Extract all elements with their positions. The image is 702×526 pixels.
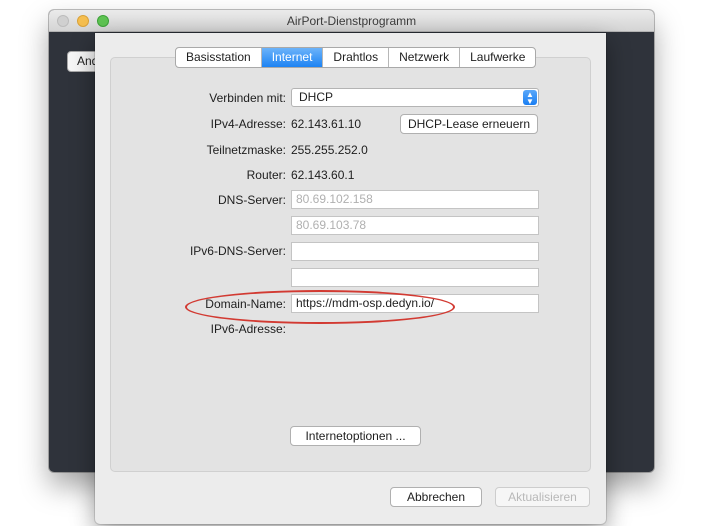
internet-options-button[interactable]: Internetoptionen ... bbox=[290, 426, 421, 446]
update-button[interactable]: Aktualisieren bbox=[495, 487, 590, 507]
ipv6-dns-server-2-field[interactable] bbox=[291, 268, 539, 287]
domain-name-field[interactable]: https://mdm-osp.dedyn.io/ bbox=[291, 294, 539, 313]
renew-dhcp-lease-button[interactable]: DHCP-Lease erneuern bbox=[400, 114, 538, 134]
ipv6-dns-server-label: IPv6-DNS-Server: bbox=[189, 244, 286, 258]
router-value: 62.143.60.1 bbox=[291, 168, 355, 182]
connect-select[interactable]: DHCP ▲ ▼ bbox=[291, 88, 539, 107]
dns-server-2-field[interactable]: 80.69.103.78 bbox=[291, 216, 539, 235]
ipv6-dns-server-1-field[interactable] bbox=[291, 242, 539, 261]
dns-server-1-field[interactable]: 80.69.102.158 bbox=[291, 190, 539, 209]
window-title: AirPort-Dienstprogramm bbox=[286, 14, 417, 28]
dns-server-label: DNS-Server: bbox=[217, 193, 286, 207]
ipv4-value: 62.143.61.10 bbox=[291, 117, 362, 131]
tab-bar: Basisstation Internet Drahtlos Netzwerk … bbox=[175, 47, 537, 68]
subnet-label: Teilnetzmaske: bbox=[206, 143, 286, 157]
cancel-button[interactable]: Abbrechen bbox=[390, 487, 482, 507]
ipv6-address-label: IPv6-Adresse: bbox=[210, 322, 286, 336]
subnet-value: 255.255.252.0 bbox=[291, 143, 368, 157]
router-label: Router: bbox=[246, 168, 286, 182]
tab-basisstation[interactable]: Basisstation bbox=[176, 48, 262, 67]
connect-select-value: DHCP bbox=[299, 90, 334, 104]
tab-laufwerke[interactable]: Laufwerke bbox=[460, 48, 535, 67]
title-bar: AirPort-Dienstprogramm bbox=[49, 10, 654, 32]
tab-drahtlos[interactable]: Drahtlos bbox=[323, 48, 390, 67]
ipv4-label: IPv4-Adresse: bbox=[210, 117, 286, 131]
chevron-up-down-icon: ▲ ▼ bbox=[523, 90, 537, 106]
connect-label: Verbinden mit: bbox=[209, 91, 286, 105]
internet-settings-sheet: Basisstation Internet Drahtlos Netzwerk … bbox=[95, 33, 606, 524]
domain-name-label: Domain-Name: bbox=[205, 297, 286, 311]
tab-netzwerk[interactable]: Netzwerk bbox=[389, 48, 461, 67]
tab-internet[interactable]: Internet bbox=[261, 48, 324, 67]
